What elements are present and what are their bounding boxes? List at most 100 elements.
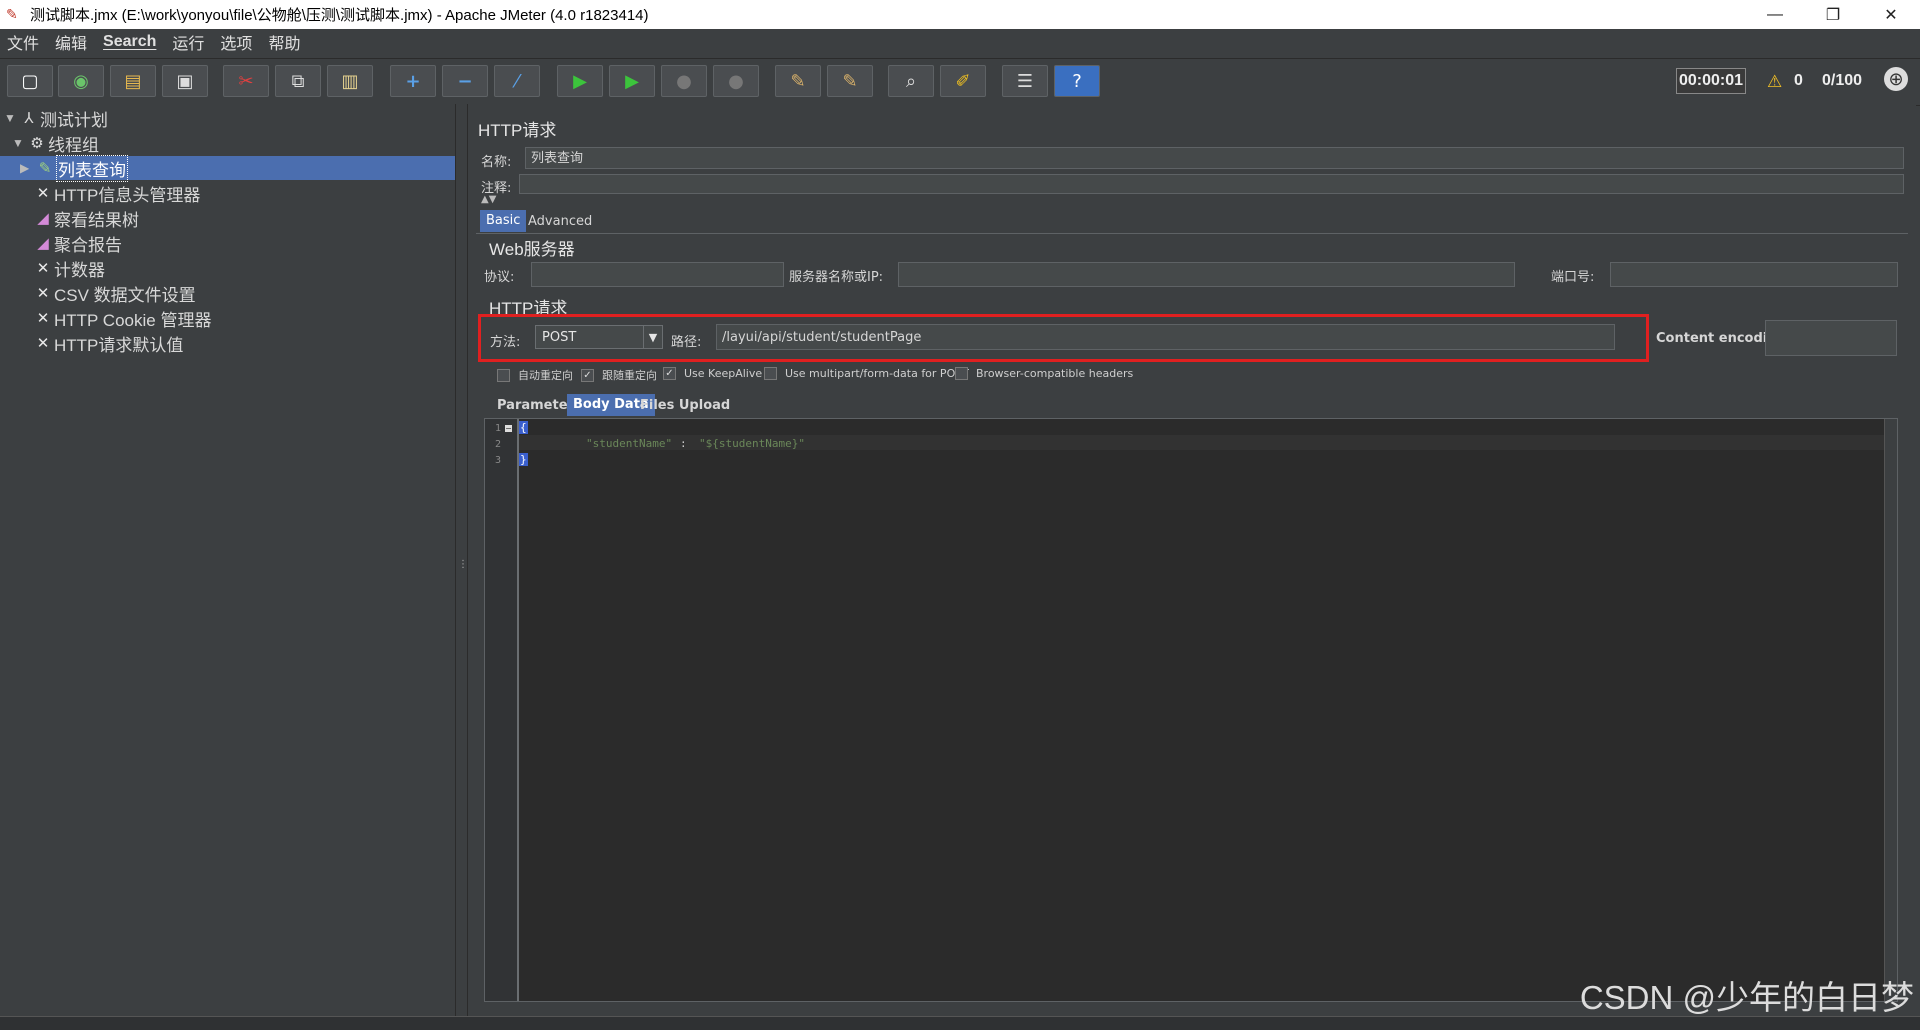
menu-file[interactable]: 文件 — [0, 30, 48, 54]
method-select[interactable]: POST ▼ — [535, 325, 663, 349]
reset-search-button[interactable]: ✐ — [940, 65, 986, 97]
close-button[interactable]: ✕ — [1862, 0, 1920, 29]
toggle-icon: ⁄ — [515, 70, 519, 92]
open-button[interactable]: ▤ — [110, 65, 156, 97]
warning-count: 0 — [1794, 72, 1803, 89]
templates-button[interactable]: ◉ — [58, 65, 104, 97]
expand-all-button[interactable]: + — [390, 65, 436, 97]
tree-node-counter[interactable]: ✕ 计数器 — [32, 256, 105, 280]
browser-headers-checkbox[interactable]: Browser-compatible headers — [955, 367, 1133, 380]
path-label: 路径: — [671, 335, 702, 350]
tree-node-request-defaults[interactable]: ✕ HTTP请求默认值 — [32, 331, 184, 355]
web-server-title: Web服务器 — [489, 240, 575, 259]
line-number: 2 — [495, 439, 502, 450]
tab-files-upload[interactable]: Files Upload — [634, 395, 736, 417]
comment-field[interactable] — [519, 174, 1904, 194]
elapsed-timer: 00:00:01 — [1676, 68, 1746, 94]
method-value: POST — [542, 330, 577, 345]
clear-button[interactable]: ✎ — [775, 65, 821, 97]
json-key: "studentName" — [586, 437, 673, 450]
dropdown-arrow-icon[interactable]: ▼ — [643, 326, 662, 348]
auto-redirect-checkbox[interactable]: 自动重定向 — [497, 367, 573, 383]
search-button[interactable]: ⌕ — [888, 65, 934, 97]
save-button[interactable]: ▣ — [162, 65, 208, 97]
splitter-grip-icon: ⋮ — [458, 559, 468, 570]
search-icon: ⌕ — [905, 70, 917, 92]
method-label: 方法: — [490, 335, 521, 350]
checkbox-unchecked-icon — [764, 367, 777, 380]
tab-advanced[interactable]: Advanced — [522, 211, 598, 233]
tree-node-thread-group[interactable]: ▼ ⚙ 线程组 — [12, 131, 99, 155]
cut-button[interactable]: ✂ — [223, 65, 269, 97]
follow-redirect-checkbox[interactable]: ✓ 跟随重定向 — [581, 367, 657, 383]
listener-icon: ◢ — [37, 235, 49, 252]
tree-node-list-query[interactable]: ▶ ✎ 列表查询 — [0, 154, 455, 182]
multipart-checkbox[interactable]: Use multipart/form-data for POST — [764, 367, 969, 380]
toolbar: ▢ ◉ ▤ ▣ ✂ ⧉ ▥ + − ⁄ ▶ ▶ ● ● ✎ ✎ ⌕ ✐ ☰ ? … — [0, 58, 1920, 106]
menu-options[interactable]: 选项 — [213, 30, 261, 54]
toggle-button[interactable]: ⁄ — [494, 65, 540, 97]
expand-arrow-icon[interactable]: ▼ — [12, 136, 26, 150]
tree-node-label: 列表查询 — [56, 154, 128, 182]
collapse-all-button[interactable]: − — [442, 65, 488, 97]
title-bar: ✎ 测试脚本.jmx (E:\work\yonyou\file\公物舱\压测\测… — [0, 0, 1920, 29]
name-label: 名称: — [481, 155, 512, 170]
menu-search[interactable]: Search — [96, 33, 165, 51]
start-button[interactable]: ▶ — [557, 65, 603, 97]
function-helper-button[interactable]: ☰ — [1002, 65, 1048, 97]
window-controls: — ❐ ✕ — [1746, 0, 1920, 29]
menu-help[interactable]: 帮助 — [261, 30, 309, 54]
help-button[interactable]: ? — [1054, 65, 1100, 97]
tree-node-label: HTTP请求默认值 — [54, 335, 184, 355]
content-encoding-field[interactable] — [1765, 320, 1897, 356]
checkbox-checked-icon: ✓ — [581, 368, 594, 382]
shutdown-button[interactable]: ● — [713, 65, 759, 97]
collapsed-arrow-icon[interactable]: ▶ — [20, 161, 34, 175]
new-button[interactable]: ▢ — [7, 65, 53, 97]
menu-edit[interactable]: 编辑 — [48, 30, 96, 54]
warning-icon[interactable]: ⚠ — [1767, 72, 1782, 92]
json-colon: : — [680, 437, 687, 450]
menu-run[interactable]: 运行 — [165, 30, 213, 54]
tree-node-view-results-tree[interactable]: ◢ 察看结果树 — [32, 206, 139, 230]
panel-splitter[interactable]: ⋮ — [455, 104, 468, 1016]
server-field[interactable] — [898, 262, 1515, 287]
start-icon: ▶ — [573, 70, 587, 92]
start-no-pause-button[interactable]: ▶ — [609, 65, 655, 97]
tree-node-aggregate-report[interactable]: ◢ 聚合报告 — [32, 231, 122, 255]
clear-all-button[interactable]: ✎ — [827, 65, 873, 97]
expand-arrow-icon[interactable]: ▼ — [4, 111, 18, 125]
collapse-toggle-icon[interactable]: ▲▼ — [481, 194, 496, 205]
tree-node-label: 聚合报告 — [54, 235, 122, 255]
function-helper-icon: ☰ — [1016, 70, 1034, 92]
tree-node-header-manager[interactable]: ✕ HTTP信息头管理器 — [32, 181, 201, 205]
server-label: 服务器名称或IP: — [789, 270, 884, 285]
fold-marker-icon[interactable]: − — [505, 425, 512, 433]
expand-icon: + — [405, 70, 421, 92]
http-sampler-icon: ✎ — [38, 160, 52, 177]
copy-button[interactable]: ⧉ — [275, 65, 321, 97]
path-field[interactable]: /layui/api/student/studentPage — [716, 324, 1615, 350]
tree-node-csv-data-set[interactable]: ✕ CSV 数据文件设置 — [32, 281, 196, 305]
tab-basic[interactable]: Basic — [480, 210, 527, 232]
tree-node-test-plan[interactable]: ▼ ⅄ 测试计划 — [4, 106, 108, 130]
keepalive-checkbox[interactable]: ✓ Use KeepAlive — [663, 367, 762, 380]
minimize-button[interactable]: — — [1746, 0, 1804, 29]
config-element-icon: ✕ — [36, 185, 50, 202]
body-data-editor[interactable]: 1 2 3 − { "studentName" : "${studentName… — [484, 418, 1898, 1002]
json-value: "${studentName}" — [699, 437, 805, 450]
stop-button[interactable]: ● — [661, 65, 707, 97]
name-field[interactable]: 列表查询 — [525, 147, 1904, 169]
protocol-field[interactable] — [531, 262, 784, 287]
restore-button[interactable]: ❐ — [1804, 0, 1862, 29]
port-field[interactable] — [1610, 262, 1898, 287]
checkbox-unchecked-icon — [497, 368, 510, 382]
line-number: 3 — [495, 455, 502, 466]
thread-group-icon: ⚙ — [30, 135, 44, 152]
editor-scrollbar[interactable] — [1884, 419, 1897, 1001]
tree-node-cookie-manager[interactable]: ✕ HTTP Cookie 管理器 — [32, 306, 212, 330]
open-brace: { — [519, 421, 528, 434]
paste-button[interactable]: ▥ — [327, 65, 373, 97]
copy-icon: ⧉ — [291, 70, 305, 92]
checkbox-label: Browser-compatible headers — [976, 367, 1134, 380]
